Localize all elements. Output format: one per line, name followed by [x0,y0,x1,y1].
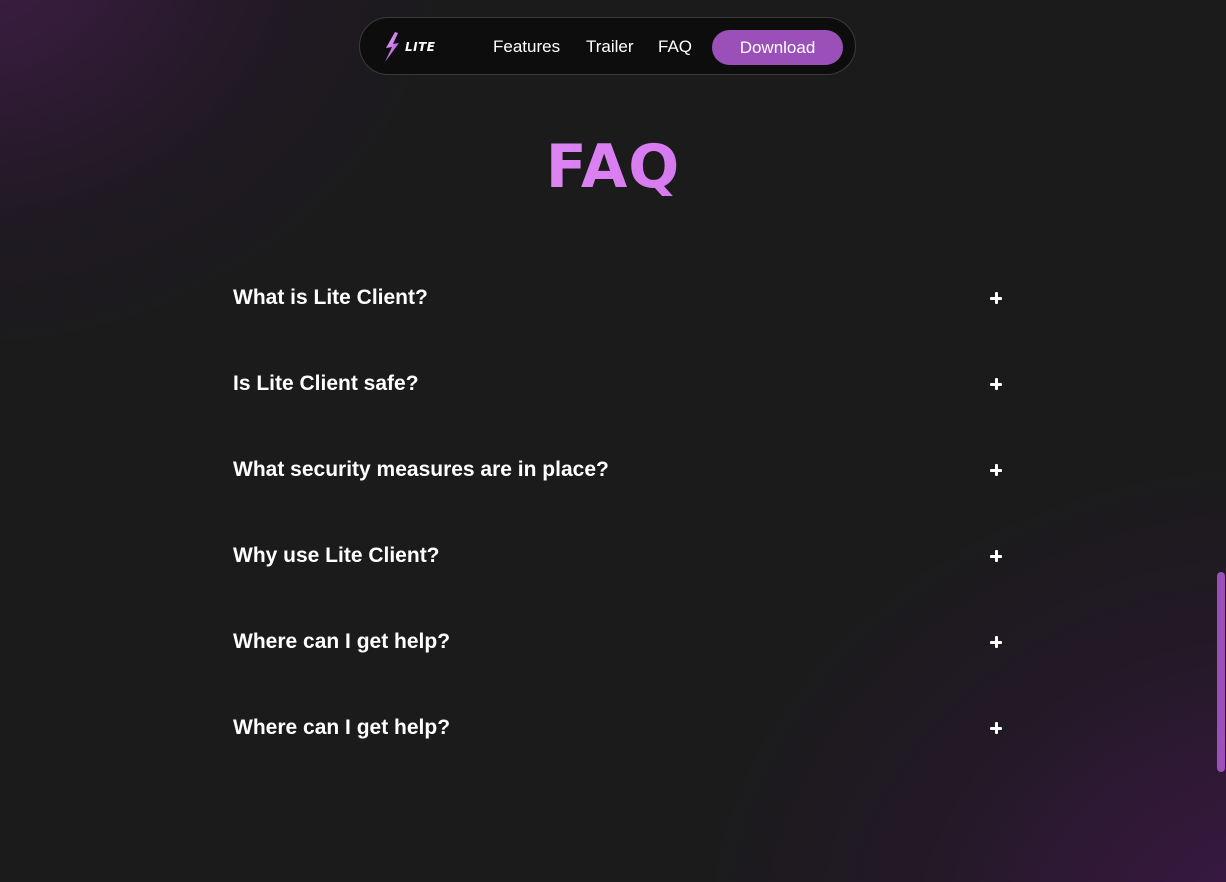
faq-question: Where can I get help? [233,716,451,739]
faq-item[interactable]: What is Lite Client? [233,283,1003,313]
plus-icon[interactable] [990,378,1002,390]
faq-question: What is Lite Client? [233,286,428,309]
page: LITE Features Trailer FAQ Download FAQ W… [0,0,1226,882]
faq-question: Where can I get help? [233,630,451,653]
nav-link-features[interactable]: Features [493,37,560,57]
plus-icon[interactable] [990,636,1002,648]
faq-item[interactable]: Is Lite Client safe? [233,369,1003,399]
logo-text: LITE [405,40,436,54]
faq-item[interactable]: Where can I get help? [233,713,1003,743]
faq-question: Is Lite Client safe? [233,372,419,395]
scrollbar-thumb[interactable] [1217,572,1225,772]
plus-icon[interactable] [990,722,1002,734]
plus-icon[interactable] [990,550,1002,562]
lite-logo[interactable]: LITE [382,31,436,63]
faq-title: FAQ [0,132,1226,202]
plus-icon[interactable] [990,292,1002,304]
faq-question: Why use Lite Client? [233,544,440,567]
faq-item[interactable]: Why use Lite Client? [233,541,1003,571]
top-navigation: LITE Features Trailer FAQ Download [359,17,856,75]
faq-item[interactable]: What security measures are in place? [233,455,1003,485]
lightning-bolt-icon [385,32,399,62]
nav-link-faq[interactable]: FAQ [658,37,692,57]
faq-question: What security measures are in place? [233,458,609,481]
faq-item[interactable]: Where can I get help? [233,627,1003,657]
nav-link-trailer[interactable]: Trailer [586,37,634,57]
plus-icon[interactable] [990,464,1002,476]
download-button[interactable]: Download [712,30,843,65]
